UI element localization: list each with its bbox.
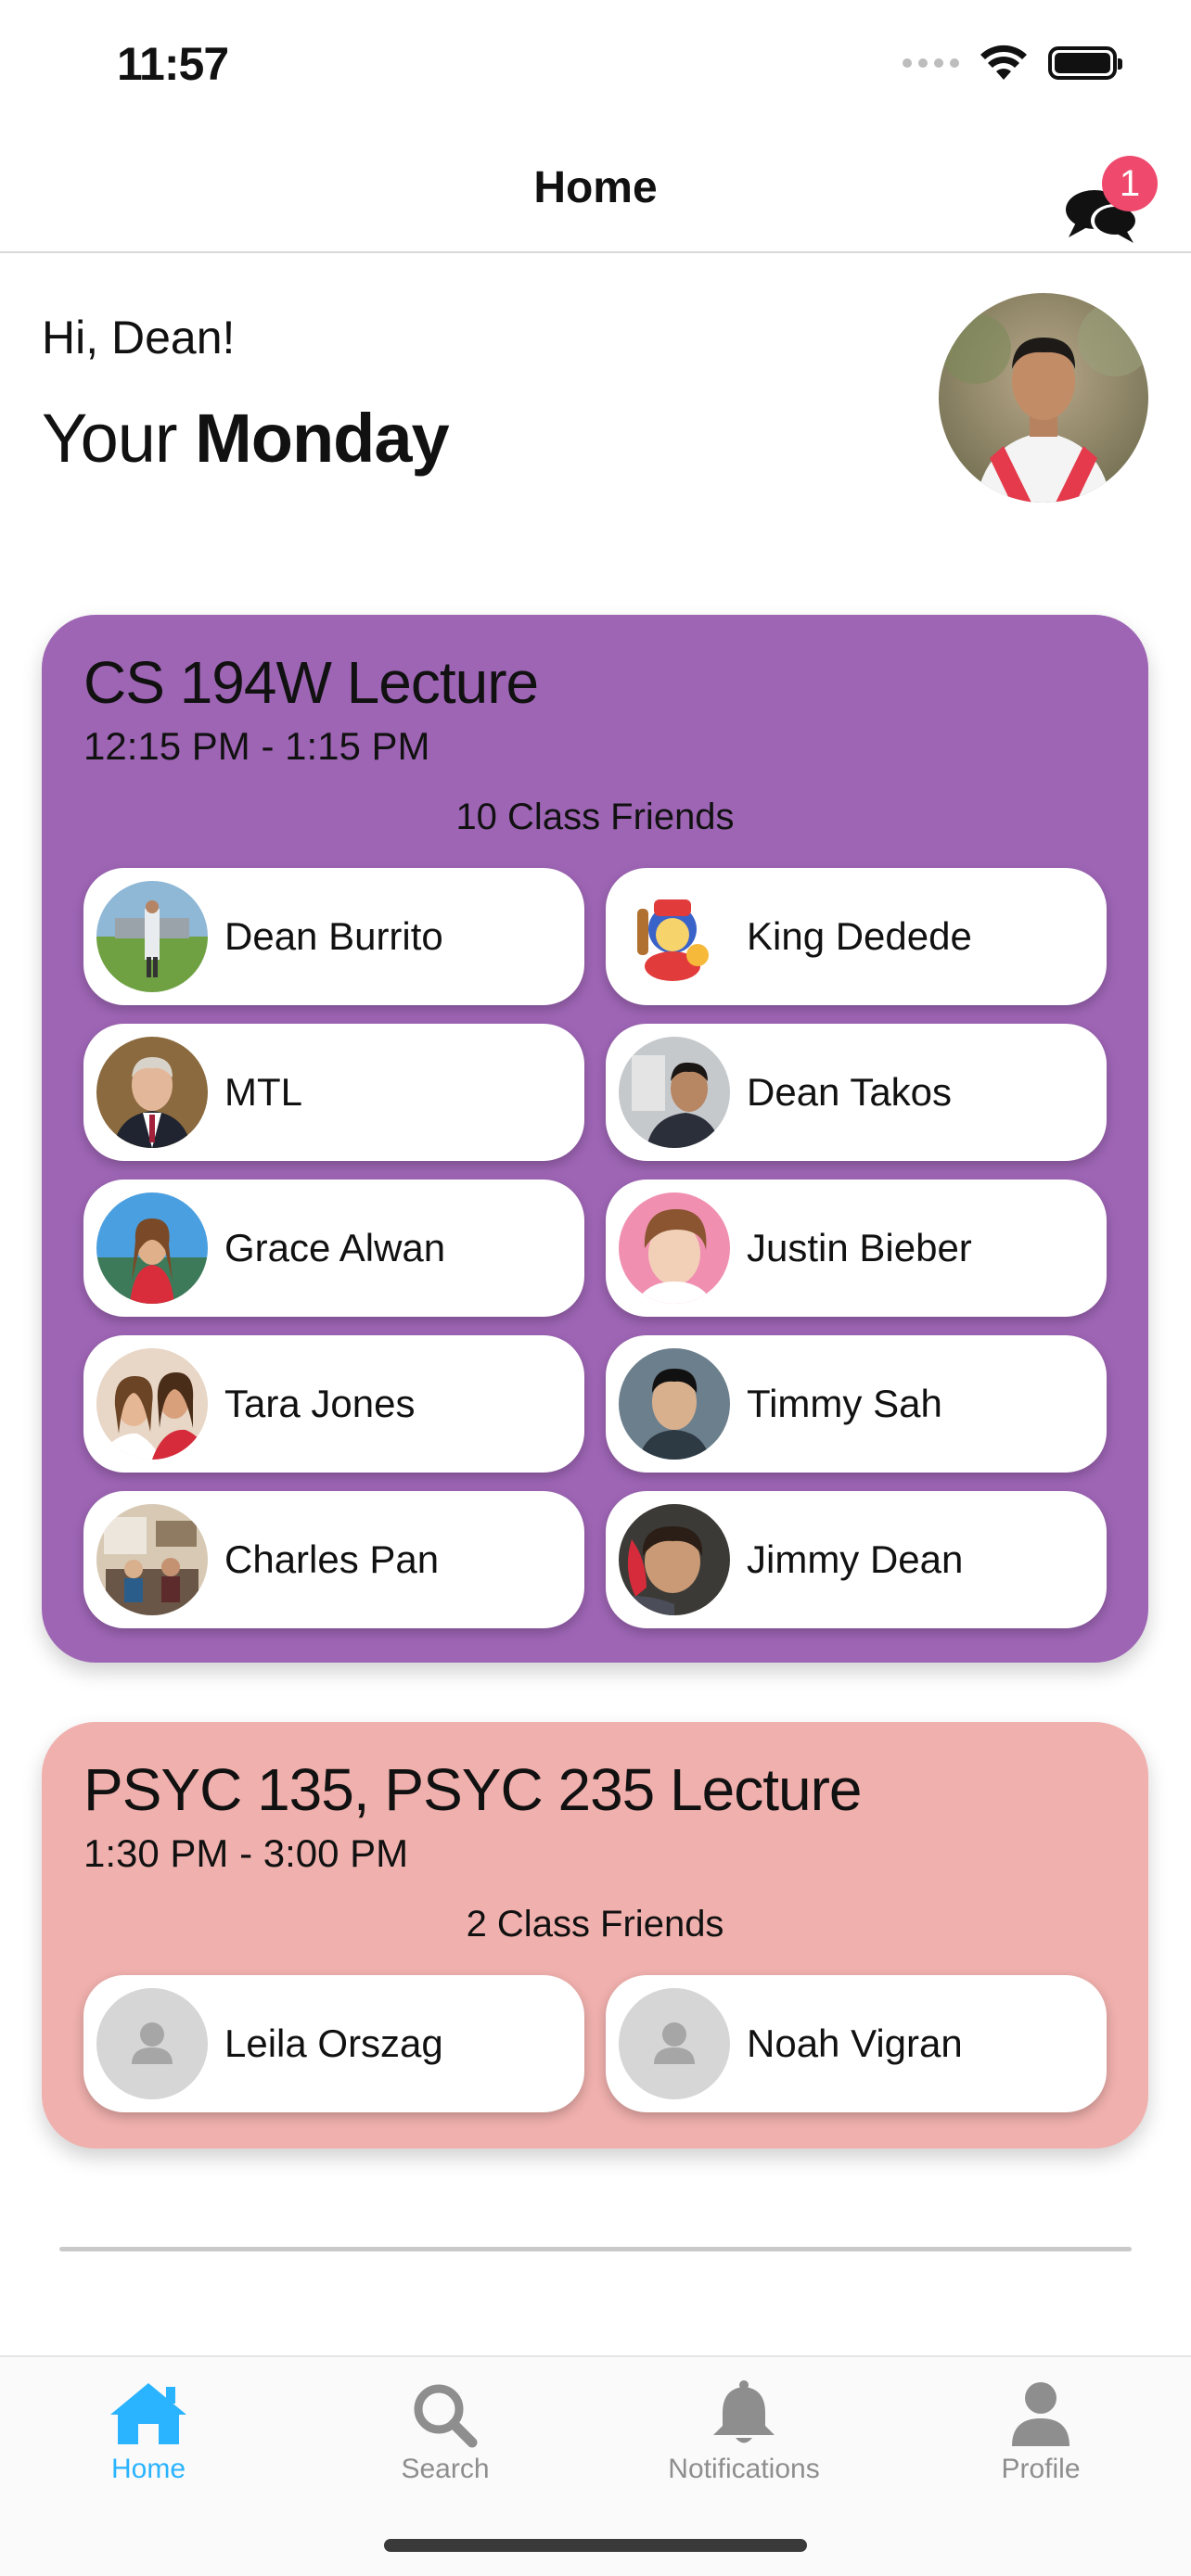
friend-chip[interactable]: MTL	[83, 1024, 584, 1161]
class-friend-count: 10 Class Friends	[455, 797, 735, 837]
friend-name: Justin Bieber	[747, 1226, 972, 1269]
tab-label: Notifications	[668, 2454, 820, 2484]
user-avatar[interactable]	[939, 293, 1148, 503]
friend-avatar	[619, 1037, 730, 1148]
tab-search[interactable]: Search	[343, 2379, 547, 2485]
friend-avatar	[619, 881, 730, 992]
friend-name: Leila Orszag	[224, 2021, 443, 2065]
tab-label: Home	[110, 2454, 186, 2484]
class-card[interactable]: CS 194W Lecture 12:15 PM - 1:15 PM 10 Cl…	[42, 615, 1148, 1663]
friend-avatar	[96, 1504, 208, 1615]
unread-badge: 1	[1102, 156, 1158, 211]
friend-chip[interactable]: King Dedede	[606, 868, 1107, 1005]
cellular-signal-icon	[903, 58, 959, 68]
wifi-icon	[980, 45, 1027, 80]
friend-name: Dean Burrito	[224, 914, 443, 958]
friend-name: Tara Jones	[224, 1382, 416, 1425]
friend-avatar	[96, 881, 208, 992]
class-friend-count: 2 Class Friends	[466, 1904, 724, 1945]
friend-avatar	[96, 1192, 208, 1304]
day-heading: Your Monday	[42, 399, 450, 478]
friend-chip[interactable]: Noah Vigran	[606, 1975, 1107, 2112]
status-icons	[903, 45, 1122, 82]
friend-avatar	[619, 1348, 730, 1460]
class-title: PSYC 135, PSYC 235 Lecture	[83, 1756, 862, 1823]
default-avatar-icon	[619, 1988, 730, 2099]
battery-icon	[1048, 46, 1122, 80]
bell-icon	[713, 2380, 775, 2443]
tab-profile[interactable]: Profile	[939, 2379, 1143, 2485]
friend-avatar	[96, 1348, 208, 1460]
tab-label: Search	[401, 2454, 490, 2484]
list-end-divider	[59, 2247, 1132, 2251]
friend-chip[interactable]: Grace Alwan	[83, 1180, 584, 1317]
person-icon	[1012, 2382, 1069, 2446]
friend-chip[interactable]: Timmy Sah	[606, 1335, 1107, 1473]
default-avatar-icon	[96, 1988, 208, 2099]
class-time: 12:15 PM - 1:15 PM	[83, 724, 430, 768]
class-card[interactable]: PSYC 135, PSYC 235 Lecture 1:30 PM - 3:0…	[42, 1722, 1148, 2149]
friend-chip[interactable]: Jimmy Dean	[606, 1491, 1107, 1628]
friend-name: Jimmy Dean	[747, 1537, 964, 1581]
friends-grid: Leila Orszag Noah Vigran	[83, 1975, 1107, 2112]
friend-name: Charles Pan	[224, 1537, 440, 1581]
friend-chip[interactable]: Dean Takos	[606, 1024, 1107, 1161]
page-title: Home	[533, 163, 658, 212]
status-time: 11:57	[117, 38, 229, 90]
magnifier-icon	[414, 2384, 478, 2448]
friend-name: Timmy Sah	[747, 1382, 942, 1425]
friend-name: MTL	[224, 1070, 302, 1114]
house-icon	[110, 2383, 186, 2444]
friend-avatar	[619, 1192, 730, 1304]
messages-button[interactable]: 1	[1057, 156, 1159, 249]
friend-chip[interactable]: Leila Orszag	[83, 1975, 584, 2112]
friend-avatar	[619, 1504, 730, 1615]
greeting-text: Hi, Dean!	[42, 312, 236, 363]
friend-name: Noah Vigran	[747, 2021, 963, 2065]
friend-chip[interactable]: Dean Burrito	[83, 868, 584, 1005]
tab-notifications[interactable]: Notifications	[642, 2379, 846, 2485]
tab-label: Profile	[1001, 2454, 1081, 2484]
friend-name: Dean Takos	[747, 1070, 953, 1114]
class-time: 1:30 PM - 3:00 PM	[83, 1831, 409, 1875]
friend-avatar	[96, 1037, 208, 1148]
friend-chip[interactable]: Charles Pan	[83, 1491, 584, 1628]
day-name: Monday	[195, 400, 450, 477]
friend-name: King Dedede	[747, 914, 972, 958]
class-title: CS 194W Lecture	[83, 649, 539, 716]
navigation-bar: Home 1	[0, 130, 1191, 253]
day-heading-prefix: Your	[42, 400, 178, 477]
tab-home[interactable]: Home	[46, 2379, 250, 2485]
friend-chip[interactable]: Tara Jones	[83, 1335, 584, 1473]
friends-grid: Dean Burrito King Dedede MTL Dean Takos …	[83, 868, 1107, 1628]
status-bar: 11:57	[0, 0, 1191, 130]
home-indicator[interactable]	[384, 2539, 807, 2552]
friend-chip[interactable]: Justin Bieber	[606, 1180, 1107, 1317]
friend-name: Grace Alwan	[224, 1226, 446, 1269]
